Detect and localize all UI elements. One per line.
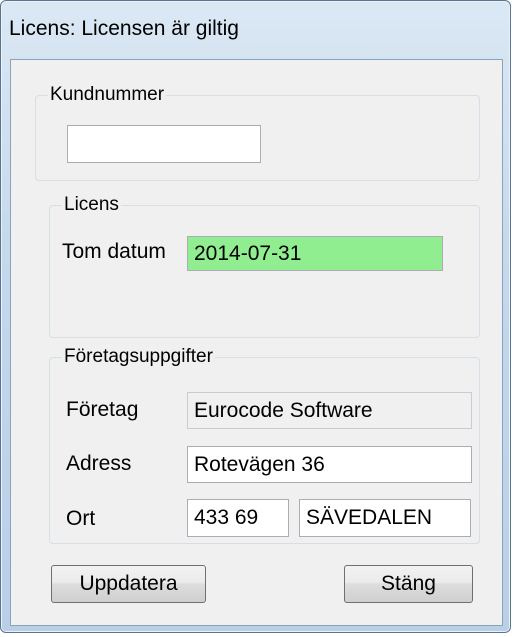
kundnummer-input[interactable]	[67, 125, 261, 163]
license-dialog-window: Licens: Licensen är giltig Kundnummer Li…	[0, 0, 511, 633]
licens-group-label: Licens	[64, 194, 119, 215]
foretag-label: Företag	[66, 398, 139, 421]
uppdatera-button[interactable]: Uppdatera	[51, 565, 206, 603]
window-title: Licens: Licensen är giltig	[9, 17, 239, 40]
dialog-client-area: Kundnummer Licens Tom datum Företagsuppg…	[10, 59, 503, 626]
tom-datum-label: Tom datum	[62, 240, 166, 263]
title-bar[interactable]: Licens: Licensen är giltig	[1, 1, 510, 59]
ort-label: Ort	[66, 507, 96, 530]
foretagsuppgifter-group-label: Företagsuppgifter	[64, 346, 213, 367]
kundnummer-group-label: Kundnummer	[50, 84, 165, 105]
adress-label: Adress	[66, 452, 132, 475]
foretag-field	[187, 392, 472, 429]
tom-datum-field	[187, 236, 443, 271]
adress-input[interactable]	[187, 446, 472, 483]
stang-button[interactable]: Stäng	[344, 565, 473, 603]
ort-input[interactable]	[299, 499, 471, 537]
postnummer-input[interactable]	[187, 499, 289, 537]
